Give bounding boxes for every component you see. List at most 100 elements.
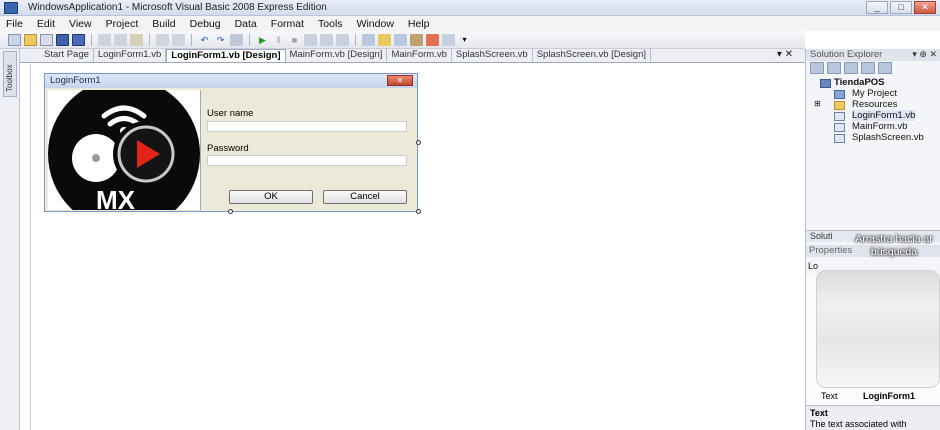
- solution-explorer-header: Solution Explorer ▾ ⊕ ✕: [806, 49, 940, 61]
- vb-app-icon: [4, 2, 18, 14]
- form-file-icon: [834, 123, 845, 132]
- tab-list-close-controls[interactable]: ▾ ✕: [777, 49, 793, 60]
- open-folder-icon[interactable]: [24, 33, 37, 46]
- password-field[interactable]: [207, 155, 407, 166]
- step-into-icon[interactable]: [304, 33, 317, 46]
- property-name-text: Text: [821, 391, 838, 401]
- refresh-icon[interactable]: [844, 62, 858, 74]
- tree-item-mainform[interactable]: MainForm.vb: [852, 121, 907, 132]
- mx-logo-image: MX: [48, 90, 200, 210]
- tree-item-loginform[interactable]: LoginForm1.vb: [852, 110, 916, 121]
- view-code-icon[interactable]: [861, 62, 875, 74]
- show-all-files-icon[interactable]: [827, 62, 841, 74]
- menu-format[interactable]: Format: [271, 18, 304, 30]
- logo-mx-text: MX: [96, 185, 136, 210]
- undo-icon[interactable]: ↶: [198, 34, 211, 46]
- comment-icon[interactable]: [156, 33, 169, 46]
- logo-picturebox[interactable]: MX: [48, 90, 200, 210]
- description-title: Text: [810, 408, 828, 418]
- save-icon[interactable]: [56, 33, 69, 46]
- my-project-icon: [834, 90, 845, 99]
- cut-icon[interactable]: [98, 33, 111, 46]
- add-item-icon[interactable]: [40, 33, 53, 46]
- solution-explorer-title: Solution Explorer: [810, 49, 883, 60]
- toolbar-options-icon[interactable]: ▾: [458, 34, 471, 46]
- step-out-icon[interactable]: [336, 33, 349, 46]
- error-list-icon[interactable]: [426, 33, 439, 46]
- password-label: Password: [207, 143, 249, 154]
- property-value-text[interactable]: LoginForm1: [863, 391, 915, 401]
- toolbar-separator: [249, 33, 250, 46]
- menu-build[interactable]: Build: [152, 18, 175, 30]
- solution-explorer-controls[interactable]: ▾ ⊕ ✕: [912, 49, 937, 60]
- properties-description: Text The text associated with: [806, 405, 940, 430]
- toolbar-separator: [355, 33, 356, 46]
- navigate-icon[interactable]: [230, 33, 243, 46]
- properties-icon[interactable]: [810, 62, 824, 74]
- overlay-caption: Arrastra hacia ar búsqueda: [848, 233, 940, 259]
- window-title: WindowsApplication1 - Microsoft Visual B…: [28, 2, 327, 13]
- menu-file[interactable]: File: [6, 18, 23, 30]
- save-all-icon[interactable]: [72, 33, 85, 46]
- menu-view[interactable]: View: [69, 18, 92, 30]
- view-designer-icon[interactable]: [878, 62, 892, 74]
- standard-toolbar: ↶ ↷ ▶ ‖ ■ ▾: [0, 31, 805, 49]
- pause-icon[interactable]: ‖: [272, 34, 285, 46]
- tab-start-page[interactable]: Start Page: [40, 49, 94, 62]
- tab-loginform-code[interactable]: LoginForm1.vb: [94, 49, 167, 62]
- toolbox-strip: Toolbox: [0, 49, 20, 430]
- tree-item-splashscreen[interactable]: SplashScreen.vb: [852, 132, 924, 143]
- start-debug-icon[interactable]: ▶: [256, 34, 269, 46]
- resize-grip-bottom[interactable]: [228, 209, 233, 214]
- tab-mainform-code[interactable]: MainForm.vb: [387, 49, 452, 62]
- toolbox-label: Toolbox: [5, 64, 14, 92]
- properties-window-icon[interactable]: [378, 33, 391, 46]
- ok-button[interactable]: OK: [229, 190, 313, 204]
- form-file-icon: [834, 112, 845, 121]
- close-button[interactable]: ✕: [914, 1, 936, 14]
- tree-item-my-project[interactable]: My Project: [852, 88, 897, 99]
- tree-item-project[interactable]: TiendaPOS: [834, 77, 885, 88]
- login-form-design[interactable]: LoginForm1 ✕ MX User name Password OK Ca…: [44, 73, 418, 212]
- menu-project[interactable]: Project: [106, 18, 139, 30]
- toolbox-tab[interactable]: Toolbox: [3, 51, 17, 97]
- new-project-icon[interactable]: [8, 33, 21, 46]
- menu-debug[interactable]: Debug: [190, 18, 221, 30]
- redo-icon[interactable]: ↷: [214, 34, 227, 46]
- tab-mainform-design[interactable]: MainForm.vb [Design]: [286, 49, 388, 62]
- paste-icon[interactable]: [130, 33, 143, 46]
- overlay-caption-line1: Arrastra hacia ar: [855, 233, 933, 245]
- properties-title: Properties: [809, 245, 853, 256]
- tree-item-resources[interactable]: Resources: [852, 99, 897, 110]
- resize-grip-corner[interactable]: [416, 209, 421, 214]
- output-window-icon[interactable]: [442, 33, 455, 46]
- cancel-button[interactable]: Cancel: [323, 190, 407, 204]
- tab-loginform-design[interactable]: LoginForm1.vb [Design]: [166, 49, 286, 62]
- menu-window[interactable]: Window: [357, 18, 394, 30]
- stop-icon[interactable]: ■: [288, 34, 301, 46]
- window-title-bar: WindowsApplication1 - Microsoft Visual B…: [0, 0, 940, 16]
- tab-solution-explorer[interactable]: Soluti: [810, 231, 833, 241]
- maximize-button[interactable]: □: [890, 1, 912, 14]
- tab-splashscreen-design[interactable]: SplashScreen.vb [Design]: [533, 49, 652, 62]
- tab-splashscreen-code[interactable]: SplashScreen.vb: [452, 49, 533, 62]
- uncomment-icon[interactable]: [172, 33, 185, 46]
- menu-bar: File Edit View Project Build Debug Data …: [0, 16, 940, 31]
- folder-icon: [834, 101, 845, 110]
- menu-data[interactable]: Data: [235, 18, 257, 30]
- find-icon[interactable]: [362, 33, 375, 46]
- expand-resources-icon[interactable]: ⊞: [814, 99, 821, 108]
- minimize-button[interactable]: _: [866, 1, 888, 14]
- object-browser-icon[interactable]: [394, 33, 407, 46]
- copy-icon[interactable]: [114, 33, 127, 46]
- toolbar-separator: [191, 33, 192, 46]
- step-over-icon[interactable]: [320, 33, 333, 46]
- menu-tools[interactable]: Tools: [318, 18, 343, 30]
- solution-explorer-toolbar: [810, 62, 892, 75]
- menu-help[interactable]: Help: [408, 18, 430, 30]
- username-field[interactable]: [207, 121, 407, 132]
- menu-edit[interactable]: Edit: [37, 18, 55, 30]
- toolbox-icon[interactable]: [410, 33, 423, 46]
- resize-grip-right[interactable]: [416, 140, 421, 145]
- login-form-close-button[interactable]: ✕: [387, 75, 413, 86]
